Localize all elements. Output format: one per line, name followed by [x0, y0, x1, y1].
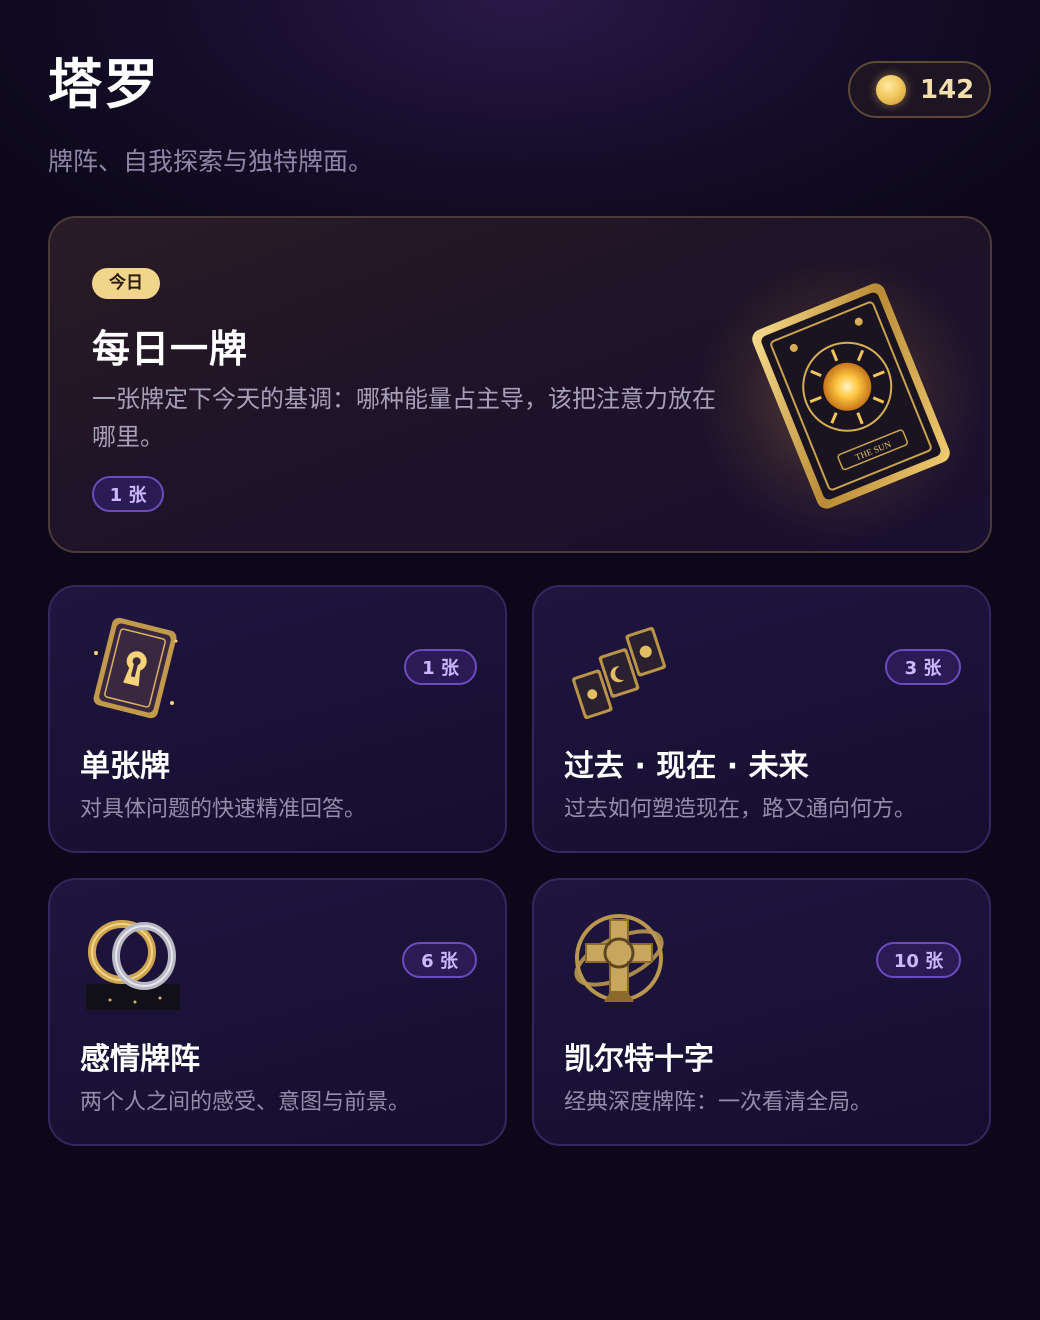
coin-icon: [876, 74, 906, 105]
spread-card-relationship[interactable]: 6 张 感情牌阵 两个人之间的感受、意图与前景。: [48, 878, 507, 1146]
spread-description: 过去如何塑造现在，路又通向何方。: [564, 797, 917, 822]
spread-title: 凯尔特十字: [564, 1042, 714, 1077]
daily-card-banner[interactable]: 今日 每日一牌 一张牌定下今天的基调：哪种能量占主导，该把注意力放在哪里。 1 …: [48, 216, 992, 553]
spread-title: 感情牌阵: [80, 1042, 200, 1077]
page-title: 塔罗: [48, 53, 160, 116]
daily-card-description: 一张牌定下今天的基调：哪种能量占主导，该把注意力放在哪里。: [92, 385, 716, 451]
spread-description: 两个人之间的感受、意图与前景。: [80, 1090, 411, 1115]
card-count-badge: 1 张: [404, 649, 477, 685]
spread-card-celtic-cross[interactable]: 10 张 凯尔特十字 经典深度牌阵：一次看清全局。: [532, 878, 991, 1146]
coin-count: 142: [920, 74, 975, 105]
three-cards-icon: [571, 626, 667, 720]
spread-title: 过去 · 现在 · 未来: [564, 749, 809, 784]
card-count-badge: 10 张: [876, 942, 961, 978]
interlocked-rings-icon: [86, 920, 180, 1010]
card-count-badge: 3 张: [885, 649, 961, 685]
daily-card-title: 每日一牌: [92, 327, 249, 371]
card-count-badge: 1 张: [92, 476, 164, 512]
spread-title: 单张牌: [80, 749, 170, 784]
page-subtitle: 牌阵、自我探索与独特牌面。: [48, 147, 374, 176]
coin-balance[interactable]: 142: [848, 61, 991, 118]
spread-card-past-present-future[interactable]: 3 张 过去 · 现在 · 未来 过去如何塑造现在，路又通向何方。: [532, 585, 991, 853]
card-count-badge: 6 张: [402, 942, 477, 978]
spread-description: 经典深度牌阵：一次看清全局。: [564, 1090, 873, 1115]
celtic-cross-icon: [574, 914, 664, 1002]
spread-card-single[interactable]: 1 张 单张牌 对具体问题的快速精准回答。: [48, 585, 507, 853]
tarot-home: 塔罗 牌阵、自我探索与独特牌面。 142 今日 每日一牌 一张牌定下今天的基调：…: [0, 0, 1040, 1320]
spread-description: 对具体问题的快速精准回答。: [80, 797, 367, 822]
keyhole-card-icon: [93, 617, 178, 719]
today-badge: 今日: [92, 268, 160, 299]
